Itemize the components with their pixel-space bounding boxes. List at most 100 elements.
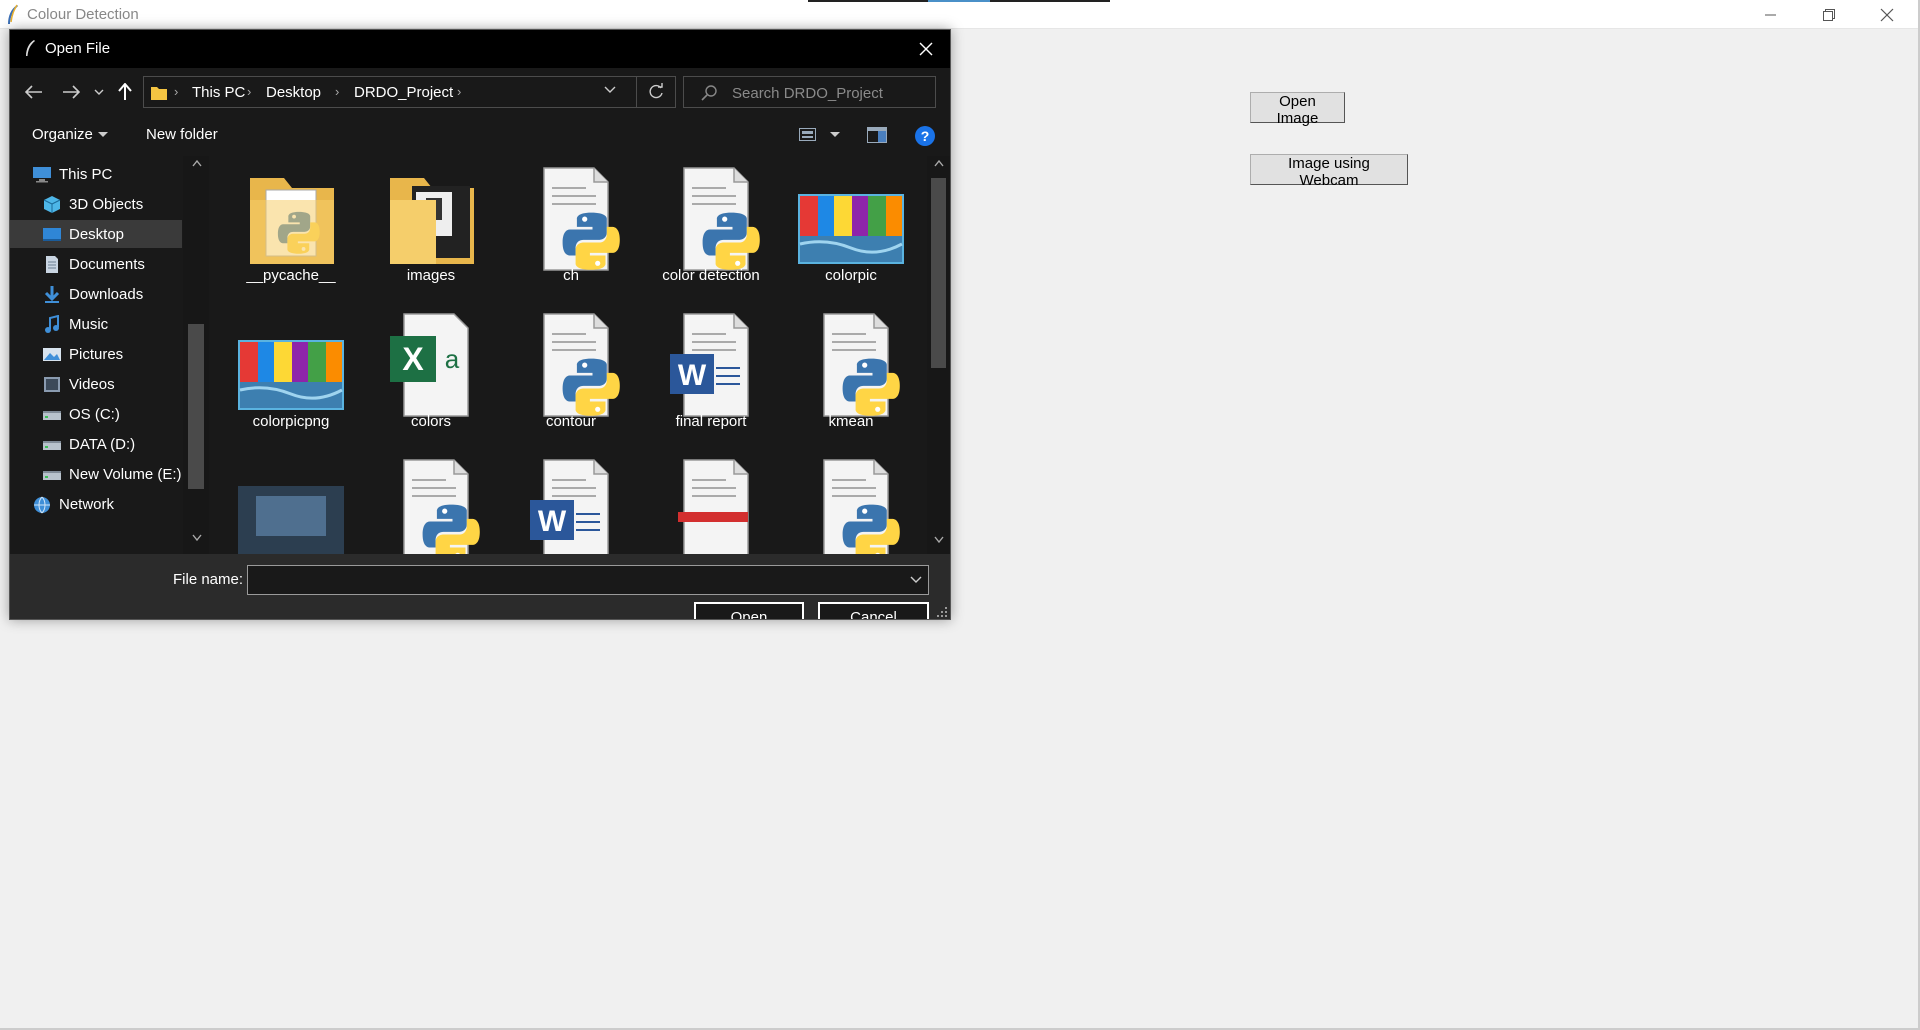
breadcrumb-separator: › xyxy=(174,84,179,99)
nav-item[interactable]: Music xyxy=(10,310,182,338)
scroll-up-icon[interactable] xyxy=(192,160,202,167)
forward-button[interactable] xyxy=(59,80,83,104)
dialog-close-button[interactable] xyxy=(912,35,940,63)
file-item[interactable]: colorpicpng xyxy=(226,298,356,438)
filename-input[interactable] xyxy=(247,565,929,595)
file-item[interactable]: ch xyxy=(506,156,636,292)
open-image-button[interactable]: Open Image xyxy=(1250,92,1345,127)
nav-item[interactable]: DATA (D:) xyxy=(10,430,182,458)
caret-down-icon[interactable] xyxy=(830,132,840,138)
restore-icon xyxy=(1823,8,1835,21)
cancel-button[interactable]: Cancel xyxy=(818,602,929,619)
close-icon xyxy=(919,42,933,56)
file-item[interactable]: __pycache__ xyxy=(226,156,356,292)
word-file-icon: W xyxy=(516,456,626,554)
file-label: contour xyxy=(545,413,597,430)
files-pane: __pycache__ images ch color detection colorp… xyxy=(209,156,950,554)
minimize-icon xyxy=(1765,14,1776,15)
open-button[interactable]: Open xyxy=(694,602,804,619)
nav-item[interactable]: Network xyxy=(10,490,182,518)
image-thumbnail-icon xyxy=(236,310,346,420)
address-bar[interactable]: › This PC › Desktop › DRDO_Project › xyxy=(143,76,676,108)
files-scroll-thumb[interactable] xyxy=(931,178,946,368)
nav-item[interactable]: This PC xyxy=(10,160,182,188)
restore-button[interactable] xyxy=(1800,0,1858,29)
feather-icon xyxy=(8,4,18,24)
file-label: color detection xyxy=(662,267,760,284)
files-scrollbar[interactable] xyxy=(927,156,950,554)
nav-item[interactable]: Desktop xyxy=(10,220,182,248)
back-button[interactable] xyxy=(22,80,46,104)
python-file-icon xyxy=(796,310,906,420)
filename-label: File name: xyxy=(173,571,244,588)
scroll-down-icon[interactable] xyxy=(934,536,944,543)
close-button[interactable] xyxy=(1858,0,1916,29)
file-item[interactable]: color detection xyxy=(646,156,776,292)
search-box[interactable] xyxy=(683,76,936,108)
breadcrumb-this-pc[interactable]: This PC xyxy=(192,84,245,101)
recent-locations-button[interactable] xyxy=(91,80,107,104)
scroll-down-icon[interactable] xyxy=(192,534,202,541)
nav-item[interactable]: Downloads xyxy=(10,280,182,308)
nav-item-label: 3D Objects xyxy=(69,195,144,213)
download-icon xyxy=(42,285,62,303)
new-folder-button[interactable]: New folder xyxy=(146,126,218,143)
file-item[interactable] xyxy=(226,444,356,554)
nav-item-label: Documents xyxy=(69,255,145,273)
nav-item-label: This PC xyxy=(59,165,113,183)
minimize-button[interactable] xyxy=(1742,0,1800,29)
drive-icon xyxy=(42,405,62,423)
nav-item-label: Downloads xyxy=(69,285,144,303)
file-item[interactable] xyxy=(646,444,776,554)
chevron-down-icon[interactable] xyxy=(910,576,922,584)
file-label: ch xyxy=(563,267,579,284)
chevron-down-icon[interactable] xyxy=(604,85,616,95)
address-divider xyxy=(636,77,637,107)
file-label: kmean xyxy=(828,413,874,430)
file-item[interactable]: colorpic xyxy=(786,156,916,292)
organize-button[interactable]: Organize xyxy=(32,126,93,143)
arrow-up-icon xyxy=(118,83,132,100)
webcam-button[interactable]: Image using Webcam xyxy=(1250,154,1408,189)
drive-icon xyxy=(42,435,62,453)
nav-scrollbar[interactable] xyxy=(183,156,209,554)
dialog-title: Open File xyxy=(45,40,111,57)
breadcrumb-drdo-project[interactable]: DRDO_Project xyxy=(354,84,453,101)
nav-item[interactable]: Pictures xyxy=(10,340,182,368)
file-item[interactable]: contour xyxy=(506,298,636,438)
breadcrumb-separator: › xyxy=(335,84,340,99)
search-input[interactable] xyxy=(732,83,927,103)
help-button[interactable]: ? xyxy=(915,126,935,146)
refresh-icon[interactable] xyxy=(647,83,665,101)
up-button[interactable] xyxy=(113,80,137,104)
file-item[interactable] xyxy=(786,444,916,554)
preview-pane-icon[interactable] xyxy=(867,127,887,143)
file-item[interactable]: Wfinal report xyxy=(646,298,776,438)
python-file-icon xyxy=(516,164,626,274)
resize-grip-icon[interactable] xyxy=(936,606,948,618)
nav-item[interactable]: New Volume (E:) xyxy=(10,460,182,488)
python-file-icon xyxy=(516,310,626,420)
nav-item[interactable]: Documents xyxy=(10,250,182,278)
file-item[interactable] xyxy=(366,444,496,554)
nav-item[interactable]: 3D Objects xyxy=(10,190,182,218)
file-item[interactable]: images xyxy=(366,156,496,292)
python-file-icon xyxy=(796,456,906,554)
nav-item[interactable]: OS (C:) xyxy=(10,400,182,428)
chevron-down-icon xyxy=(94,89,104,95)
file-item[interactable]: kmean xyxy=(786,298,916,438)
dialog-titlebar: Open File xyxy=(10,30,950,68)
folder-icon xyxy=(236,164,346,274)
nav-scroll-thumb[interactable] xyxy=(188,324,204,489)
app-title: Colour Detection xyxy=(27,6,139,23)
file-item[interactable]: W xyxy=(506,444,636,554)
view-options-icon[interactable] xyxy=(799,128,817,142)
scroll-up-icon[interactable] xyxy=(934,160,944,167)
file-label: final report xyxy=(675,413,747,430)
breadcrumb-desktop[interactable]: Desktop xyxy=(266,84,321,101)
svg-text:W: W xyxy=(678,359,707,392)
computer-icon xyxy=(32,165,52,183)
file-item[interactable]: Xa colors xyxy=(366,298,496,438)
nav-item[interactable]: Videos xyxy=(10,370,182,398)
nav-item-label: Desktop xyxy=(69,225,125,243)
